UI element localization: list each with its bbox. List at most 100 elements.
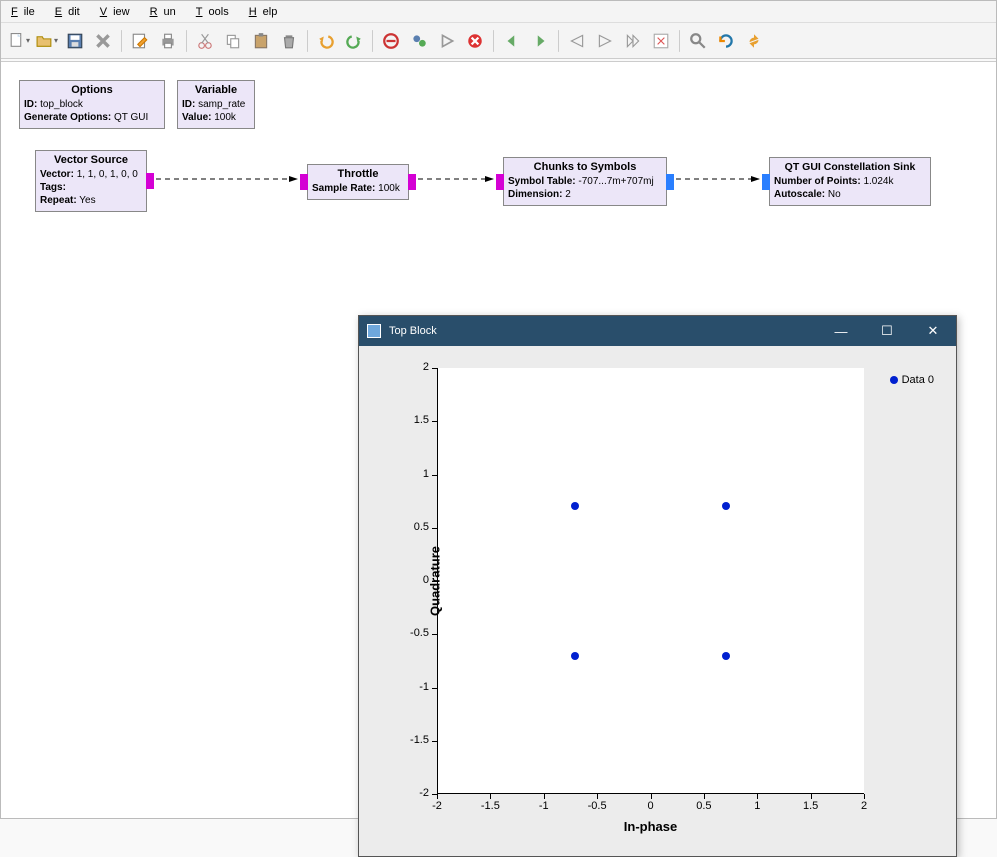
block-chunks-to-symbols[interactable]: Chunks to Symbols Symbol Table: -707...7… bbox=[503, 157, 667, 206]
port-in[interactable] bbox=[300, 174, 308, 190]
step-button[interactable] bbox=[621, 29, 645, 53]
block-title: Chunks to Symbols bbox=[508, 160, 662, 175]
x-tick-label: 0 bbox=[636, 800, 666, 812]
separator bbox=[558, 30, 559, 52]
new-button[interactable] bbox=[7, 29, 31, 53]
rotate-right-button[interactable] bbox=[593, 29, 617, 53]
x-tick-label: -0.5 bbox=[582, 800, 612, 812]
legend-swatch bbox=[890, 376, 898, 384]
y-tick-label: 0.5 bbox=[399, 521, 429, 533]
menu-run[interactable]: Run bbox=[144, 4, 188, 20]
plot-window[interactable]: Top Block — ☐ ✕ Quadrature In-phase Data… bbox=[358, 315, 957, 857]
block-row: Repeat: Yes bbox=[40, 194, 142, 207]
sync-button[interactable] bbox=[742, 29, 766, 53]
plot-window-title: Top Block bbox=[389, 325, 437, 337]
menu-tools[interactable]: Tools bbox=[190, 4, 241, 20]
generate-button[interactable] bbox=[407, 29, 431, 53]
y-tick-label: -1 bbox=[399, 681, 429, 693]
open-button[interactable] bbox=[35, 29, 59, 53]
print-button[interactable] bbox=[156, 29, 180, 53]
disable-button[interactable] bbox=[379, 29, 403, 53]
rotate-left-button[interactable] bbox=[565, 29, 589, 53]
x-tick-label: -1.5 bbox=[475, 800, 505, 812]
edit-properties-button[interactable] bbox=[128, 29, 152, 53]
legend-label: Data 0 bbox=[902, 374, 934, 386]
data-point bbox=[722, 652, 730, 660]
x-tick-label: 1.5 bbox=[796, 800, 826, 812]
kill-button[interactable] bbox=[463, 29, 487, 53]
plot-area: Quadrature In-phase Data 0 -2-1.5-1-0.50… bbox=[371, 356, 944, 844]
y-tick-label: -2 bbox=[399, 787, 429, 799]
block-title: Throttle bbox=[312, 167, 404, 182]
y-tick-label: -1.5 bbox=[399, 734, 429, 746]
separator bbox=[121, 30, 122, 52]
menu-bar: File Edit View Run Tools Help bbox=[1, 1, 996, 23]
port-out[interactable] bbox=[408, 174, 416, 190]
block-options[interactable]: Options ID: top_block Generate Options: … bbox=[19, 80, 165, 129]
separator bbox=[493, 30, 494, 52]
separator bbox=[372, 30, 373, 52]
delete-button[interactable] bbox=[277, 29, 301, 53]
data-point bbox=[722, 502, 730, 510]
block-vector-source[interactable]: Vector Source Vector: 1, 1, 0, 1, 0, 0 T… bbox=[35, 150, 147, 212]
x-tick-label: 2 bbox=[849, 800, 879, 812]
menu-help[interactable]: Help bbox=[243, 4, 290, 20]
x-tick-label: 1 bbox=[742, 800, 772, 812]
block-constellation-sink[interactable]: QT GUI Constellation Sink Number of Poin… bbox=[769, 157, 931, 206]
copy-button[interactable] bbox=[221, 29, 245, 53]
window-icon bbox=[367, 324, 381, 338]
redo-button[interactable] bbox=[342, 29, 366, 53]
block-title: Variable bbox=[182, 83, 250, 98]
port-in[interactable] bbox=[496, 174, 504, 190]
y-tick-label: 0 bbox=[399, 574, 429, 586]
menu-edit[interactable]: Edit bbox=[49, 4, 92, 20]
block-row: Sample Rate: 100k bbox=[312, 182, 404, 195]
block-row: Number of Points: 1.024k bbox=[774, 175, 926, 188]
y-tick-label: 1 bbox=[399, 468, 429, 480]
clear-button[interactable] bbox=[649, 29, 673, 53]
block-row: ID: samp_rate bbox=[182, 98, 250, 111]
save-button[interactable] bbox=[63, 29, 87, 53]
plot-window-titlebar[interactable]: Top Block — ☐ ✕ bbox=[359, 316, 956, 346]
toolbar bbox=[1, 23, 996, 59]
flowgraph-canvas[interactable]: Options ID: top_block Generate Options: … bbox=[1, 61, 996, 818]
data-point bbox=[571, 502, 579, 510]
block-row: Dimension: 2 bbox=[508, 188, 662, 201]
block-title: Options bbox=[24, 83, 160, 98]
x-tick-label: -2 bbox=[422, 800, 452, 812]
block-row: Tags: bbox=[40, 181, 142, 194]
port-out[interactable] bbox=[666, 174, 674, 190]
constellation-chart[interactable]: Quadrature In-phase Data 0 -2-1.5-1-0.50… bbox=[437, 368, 864, 794]
block-title: Vector Source bbox=[40, 153, 142, 168]
execute-button[interactable] bbox=[435, 29, 459, 53]
nav-forward-button[interactable] bbox=[528, 29, 552, 53]
legend: Data 0 bbox=[890, 374, 934, 386]
window-minimize-button[interactable]: — bbox=[818, 316, 864, 346]
cut-button[interactable] bbox=[193, 29, 217, 53]
block-row: Value: 100k bbox=[182, 111, 250, 124]
port-in[interactable] bbox=[762, 174, 770, 190]
reload-button[interactable] bbox=[714, 29, 738, 53]
data-point bbox=[571, 652, 579, 660]
block-variable[interactable]: Variable ID: samp_rate Value: 100k bbox=[177, 80, 255, 129]
close-button[interactable] bbox=[91, 29, 115, 53]
y-tick-label: 1.5 bbox=[399, 414, 429, 426]
nav-back-button[interactable] bbox=[500, 29, 524, 53]
window-close-button[interactable]: ✕ bbox=[910, 316, 956, 346]
block-row: Symbol Table: -707...7m+707mj bbox=[508, 175, 662, 188]
separator bbox=[679, 30, 680, 52]
find-button[interactable] bbox=[686, 29, 710, 53]
separator bbox=[186, 30, 187, 52]
window-maximize-button[interactable]: ☐ bbox=[864, 316, 910, 346]
x-tick-label: -1 bbox=[529, 800, 559, 812]
block-throttle[interactable]: Throttle Sample Rate: 100k bbox=[307, 164, 409, 200]
y-tick-label: -0.5 bbox=[399, 627, 429, 639]
paste-button[interactable] bbox=[249, 29, 273, 53]
menu-view[interactable]: View bbox=[94, 4, 142, 20]
menu-file[interactable]: File bbox=[5, 4, 47, 20]
separator bbox=[307, 30, 308, 52]
undo-button[interactable] bbox=[314, 29, 338, 53]
port-out[interactable] bbox=[146, 173, 154, 189]
block-row: Vector: 1, 1, 0, 1, 0, 0 bbox=[40, 168, 142, 181]
block-row: Generate Options: QT GUI bbox=[24, 111, 160, 124]
